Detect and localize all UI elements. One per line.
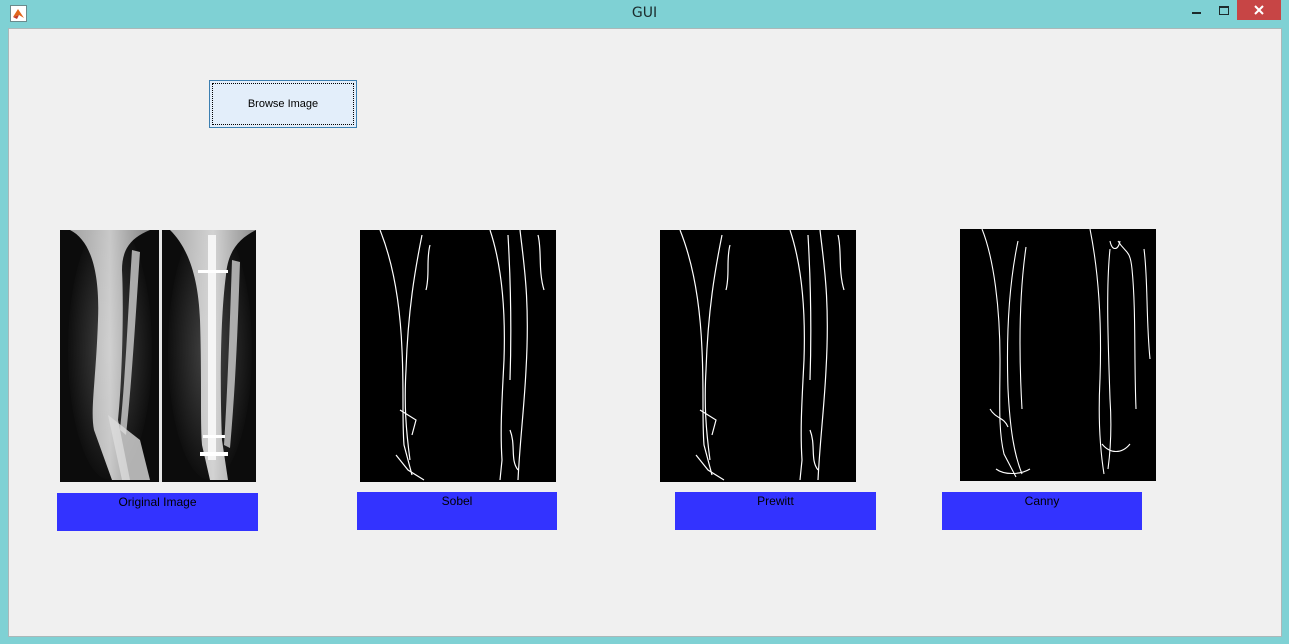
minimize-button[interactable] — [1184, 0, 1208, 20]
maximize-icon — [1219, 5, 1229, 15]
canny-edges-image — [960, 229, 1156, 481]
window-title: GUI — [631, 5, 658, 21]
sobel-axes — [360, 230, 556, 482]
original-image-label: Original Image — [57, 493, 258, 531]
close-icon — [1254, 5, 1264, 15]
maximize-button[interactable] — [1212, 0, 1236, 20]
browse-image-button[interactable]: Browse Image — [209, 80, 357, 128]
prewitt-edges-image — [660, 230, 856, 482]
prewitt-label: Prewitt — [675, 492, 876, 530]
sobel-edges-image — [360, 230, 556, 482]
original-xray-image — [60, 230, 256, 482]
minimize-icon — [1191, 12, 1201, 14]
canny-axes — [960, 229, 1156, 481]
original-image-axes — [60, 230, 256, 482]
sobel-label: Sobel — [357, 492, 557, 530]
canny-label: Canny — [942, 492, 1142, 530]
prewitt-axes — [660, 230, 856, 482]
title-bar: GUI — [0, 0, 1289, 28]
close-button[interactable] — [1237, 0, 1281, 20]
